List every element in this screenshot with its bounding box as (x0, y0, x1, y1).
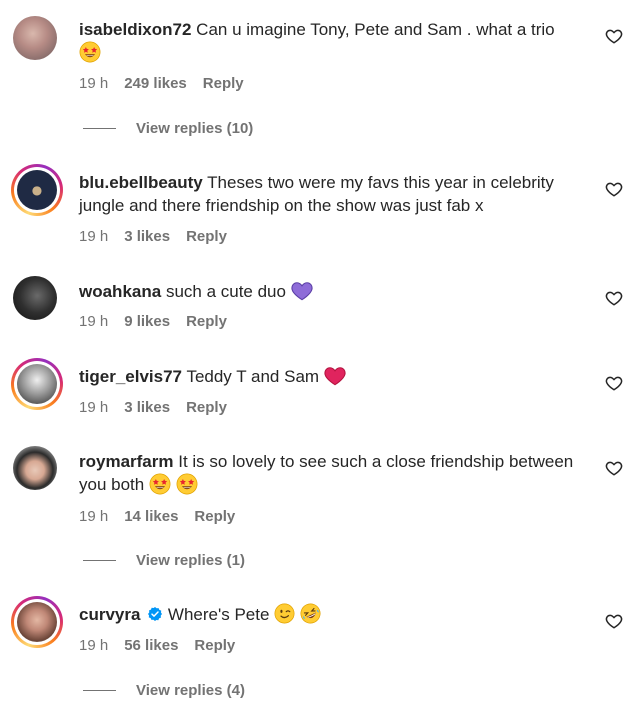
rolling-laughing-emoji (300, 603, 321, 624)
comment-time: 19 h (79, 313, 109, 330)
verified-badge-icon (147, 606, 163, 622)
comment-likes[interactable]: 14 likes (124, 508, 178, 525)
avatar[interactable] (11, 358, 63, 410)
view-replies-label: View replies (4) (136, 682, 245, 699)
view-replies-label: View replies (10) (136, 120, 254, 137)
reply-button[interactable]: Reply (186, 313, 227, 330)
comment-username[interactable]: curvyra (79, 605, 140, 624)
reply-button[interactable]: Reply (186, 228, 227, 245)
avatar[interactable] (11, 596, 63, 648)
avatar-monogram: ● (31, 183, 43, 197)
reply-button[interactable]: Reply (186, 399, 227, 416)
avatar[interactable] (13, 16, 57, 60)
divider-line (83, 560, 116, 561)
comment-likes[interactable]: 9 likes (124, 313, 170, 330)
star-struck-emoji (176, 473, 198, 495)
comment-text: Where's Pete (167, 605, 270, 624)
reply-button[interactable]: Reply (194, 637, 235, 654)
comment-likes[interactable]: 249 likes (124, 75, 187, 92)
heart-outline-icon[interactable] (605, 289, 623, 307)
comment-username[interactable]: woahkana (79, 282, 161, 301)
heart-outline-icon[interactable] (605, 180, 623, 198)
comment-time: 19 h (79, 399, 109, 416)
avatar[interactable]: ● (11, 164, 63, 216)
divider-line (83, 128, 116, 129)
heart-outline-icon[interactable] (605, 374, 623, 392)
comment-time: 19 h (79, 508, 109, 525)
comment-time: 19 h (79, 75, 109, 92)
comment-username[interactable]: tiger_elvis77 (79, 367, 182, 386)
view-replies-button[interactable]: View replies (10) (83, 120, 253, 137)
comment-likes[interactable]: 56 likes (124, 637, 178, 654)
view-replies-button[interactable]: View replies (4) (83, 682, 245, 699)
heart-outline-icon[interactable] (605, 612, 623, 630)
comment-likes[interactable]: 3 likes (124, 399, 170, 416)
heart-outline-icon[interactable] (605, 459, 623, 477)
comment-time: 19 h (79, 228, 109, 245)
winking-face-emoji (274, 603, 295, 624)
heart-outline-icon[interactable] (605, 27, 623, 45)
comment-likes[interactable]: 3 likes (124, 228, 170, 245)
comment-text: such a cute duo (165, 282, 286, 301)
purple-heart-emoji (291, 280, 313, 302)
reply-button[interactable]: Reply (203, 75, 244, 92)
avatar[interactable] (13, 446, 57, 490)
comment-text: Can u imagine Tony, Pete and Sam . what … (196, 20, 555, 39)
comment-username[interactable]: isabeldixon72 (79, 20, 191, 39)
comment-text: Teddy T and Sam (186, 367, 320, 386)
divider-line (83, 690, 116, 691)
comment-username[interactable]: roymarfarm (79, 452, 174, 471)
view-replies-label: View replies (1) (136, 552, 245, 569)
star-struck-emoji (149, 473, 171, 495)
red-heart-emoji (324, 365, 346, 387)
star-struck-emoji (79, 41, 101, 63)
reply-button[interactable]: Reply (194, 508, 235, 525)
avatar[interactable] (13, 276, 57, 320)
comment-username[interactable]: blu.ebellbeauty (79, 173, 203, 192)
comment-time: 19 h (79, 637, 109, 654)
view-replies-button[interactable]: View replies (1) (83, 552, 245, 569)
